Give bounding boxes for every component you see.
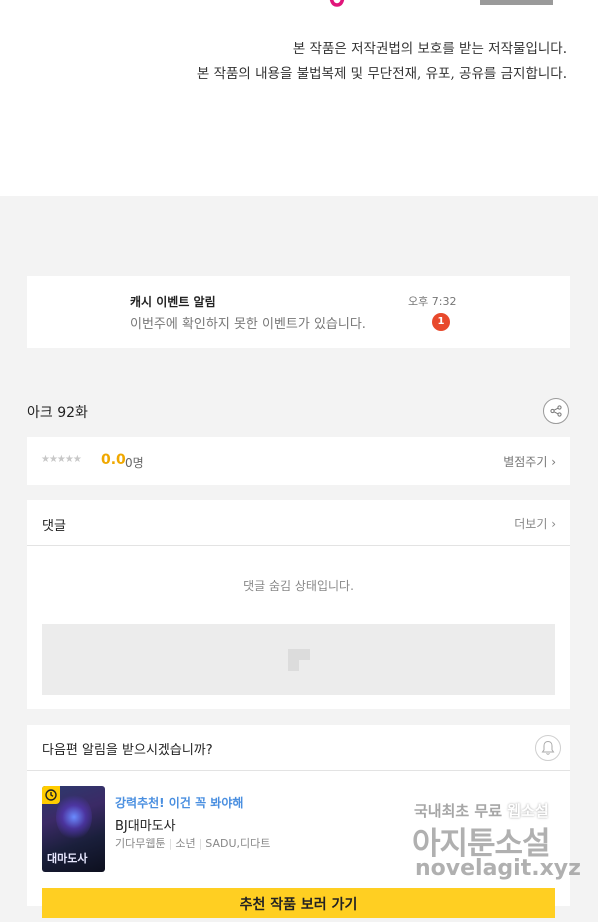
episode-title: 아크 92화 bbox=[27, 405, 88, 421]
ad-placeholder[interactable] bbox=[42, 624, 555, 695]
rating-card: ★★★★★ 0.0 0명 별점주기 › bbox=[27, 437, 570, 485]
copyright-section: 본 작품은 저작권법의 보호를 받는 저작물입니다. 본 작품의 내용을 불법복… bbox=[0, 0, 598, 196]
share-button[interactable] bbox=[543, 398, 569, 424]
rating-count: 0명 bbox=[125, 456, 144, 470]
copyright-line-2: 본 작품의 내용을 불법복제 및 무단전재, 유포, 공유를 금지합니다. bbox=[196, 66, 567, 82]
site-watermark: 국내최초 무료 웹소설 아지툰소설 novelagit.xyz bbox=[412, 800, 582, 890]
comments-card: 댓글 더보기 › 댓글 숨김 상태입니다. bbox=[27, 500, 570, 709]
wait-free-badge bbox=[42, 786, 60, 804]
notification-badge: 1 bbox=[432, 313, 450, 331]
thumbnail-art bbox=[56, 794, 92, 840]
bell-icon bbox=[541, 740, 555, 755]
image-placeholder-icon bbox=[288, 649, 310, 671]
share-icon bbox=[550, 405, 562, 417]
clock-icon bbox=[45, 789, 57, 801]
recommendation-meta: 기다무웹툰 | 소년 | SADU,디다트 bbox=[115, 835, 270, 851]
comments-hidden-message: 댓글 숨김 상태입니다. bbox=[243, 579, 354, 593]
rating-score: 0.0 bbox=[101, 452, 126, 468]
thumbnail-title: 대마도사 bbox=[47, 852, 88, 865]
next-episode-header: 다음편 알림을 받으시겠습니까? bbox=[27, 725, 570, 771]
comments-title: 댓글 bbox=[42, 519, 66, 534]
recommendation-authors: SADU,디다트 bbox=[205, 837, 271, 850]
notify-button[interactable] bbox=[535, 735, 561, 761]
notification-time: 오후 7:32 bbox=[408, 295, 457, 308]
meta-divider: | bbox=[168, 837, 173, 850]
notification-title: 캐시 이벤트 알림 bbox=[130, 295, 216, 309]
comments-more-button[interactable]: 더보기 › bbox=[514, 515, 556, 532]
copyright-notice: 본 작품은 저작권법의 보호를 받는 저작물입니다. 본 작품의 내용을 불법복… bbox=[197, 37, 567, 87]
recommendation-label: 강력추천! 이건 꼭 봐야해 bbox=[115, 796, 244, 810]
rating-stars: ★★★★★ bbox=[41, 454, 82, 465]
recommend-cta-button[interactable]: 추천 작품 보러 가기 bbox=[42, 888, 555, 918]
watermark-line-3: novelagit.xyz bbox=[415, 856, 581, 881]
recommendation-audience: 소년 bbox=[175, 837, 196, 850]
next-episode-question: 다음편 알림을 받으시겠습니까? bbox=[42, 743, 213, 758]
top-tab-bar bbox=[480, 0, 553, 5]
recommendation-name[interactable]: BJ대마도사 bbox=[115, 815, 176, 834]
comments-header: 댓글 더보기 › bbox=[27, 500, 570, 546]
copyright-line-1: 본 작품은 저작권법의 보호를 받는 저작물입니다. bbox=[292, 41, 567, 57]
notification-body: 이번주에 확인하지 못한 이벤트가 있습니다. bbox=[130, 317, 366, 332]
meta-divider: | bbox=[198, 837, 203, 850]
notification-card[interactable]: 캐시 이벤트 알림 이번주에 확인하지 못한 이벤트가 있습니다. 오후 7:3… bbox=[27, 276, 570, 348]
recommendation-genre: 기다무웹툰 bbox=[115, 837, 166, 850]
recommended-thumbnail[interactable]: 대마도사 bbox=[42, 786, 105, 872]
rate-button[interactable]: 별점주기 › bbox=[503, 453, 556, 470]
brand-logo-icon bbox=[329, 0, 345, 7]
